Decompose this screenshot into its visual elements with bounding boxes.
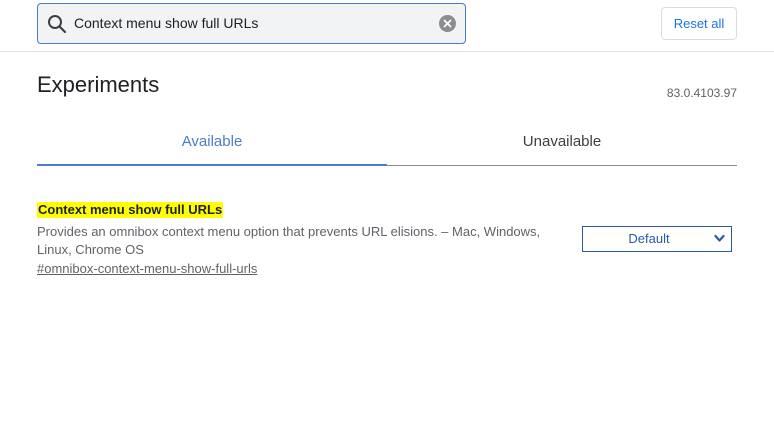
tab-unavailable[interactable]: Unavailable: [387, 120, 737, 166]
tab-bar: Available Unavailable: [37, 120, 737, 166]
chevron-down-icon: [714, 234, 725, 242]
experiment-state-select[interactable]: Default: [582, 226, 732, 252]
tab-available[interactable]: Available: [37, 120, 387, 166]
page-title: Experiments: [37, 72, 160, 97]
version-label: 83.0.4103.97: [666, 86, 737, 100]
search-box[interactable]: [37, 3, 466, 44]
experiment-name: Context menu show full URLs: [37, 202, 224, 218]
select-value: Default: [628, 231, 670, 246]
experiment-description: Provides an omnibox context menu option …: [37, 224, 541, 257]
search-icon: [48, 15, 67, 34]
reset-all-button[interactable]: Reset all: [661, 7, 737, 40]
experiment-permalink[interactable]: #omnibox-context-menu-show-full-urls: [37, 261, 257, 276]
clear-icon[interactable]: [439, 15, 456, 32]
header: Reset all: [0, 0, 774, 52]
search-input[interactable]: [74, 4, 434, 43]
